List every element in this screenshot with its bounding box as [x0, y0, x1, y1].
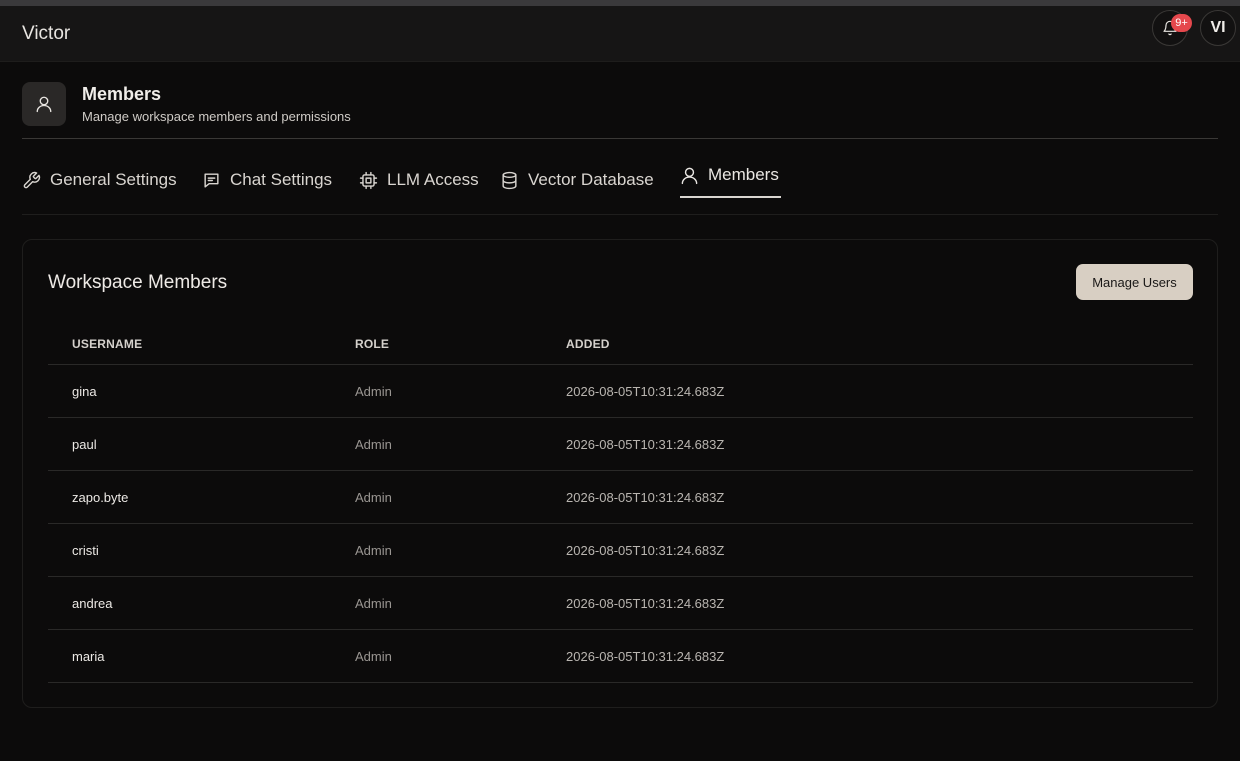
added-cell: 2026-08-05T10:31:24.683Z [566, 384, 725, 399]
role-cell: Admin [355, 596, 392, 611]
added-cell: 2026-08-05T10:31:24.683Z [566, 649, 725, 664]
manage-users-button[interactable]: Manage Users [1076, 264, 1193, 300]
column-header-added: ADDED [566, 337, 610, 351]
tab-chat-settings[interactable]: Chat Settings [202, 160, 332, 200]
user-avatar[interactable]: VI [1200, 10, 1236, 46]
active-tab-indicator [680, 196, 781, 198]
tab-label: Members [708, 165, 779, 184]
role-cell: Admin [355, 490, 392, 505]
notification-badge: 9+ [1171, 14, 1192, 32]
username-cell: gina [72, 384, 97, 399]
username-cell: andrea [72, 596, 113, 611]
database-icon [502, 171, 517, 189]
divider [22, 138, 1218, 139]
user-icon [36, 96, 52, 113]
added-cell: 2026-08-05T10:31:24.683Z [566, 490, 725, 505]
username-cell: paul [72, 437, 97, 452]
tab-label: General Settings [50, 170, 177, 189]
app-title: Victor [22, 23, 71, 44]
added-cell: 2026-08-05T10:31:24.683Z [566, 437, 725, 452]
username-cell: maria [72, 649, 105, 664]
table-row: zapo.byte Admin 2026-08-05T10:31:24.683Z [48, 471, 1193, 524]
table-row: andrea Admin 2026-08-05T10:31:24.683Z [48, 577, 1193, 630]
tab-vector-database[interactable]: Vector Database [500, 160, 654, 200]
settings-tabs: General Settings Chat Settings LLM Acces… [22, 160, 1218, 200]
column-header-role: ROLE [355, 337, 390, 351]
card-title: Workspace Members [48, 272, 228, 293]
tab-label: Vector Database [528, 170, 654, 189]
table-row: cristi Admin 2026-08-05T10:31:24.683Z [48, 524, 1193, 577]
role-cell: Admin [355, 384, 392, 399]
table-row: paul Admin 2026-08-05T10:31:24.683Z [48, 418, 1193, 471]
members-table-body: gina Admin 2026-08-05T10:31:24.683Z paul… [48, 365, 1193, 683]
tab-members[interactable]: Members [680, 155, 779, 195]
chat-icon [204, 172, 219, 188]
table-header: USERNAME ROLE ADDED [48, 325, 1193, 365]
username-cell: zapo.byte [72, 490, 129, 505]
tab-label: Chat Settings [230, 170, 333, 189]
table-row: maria Admin 2026-08-05T10:31:24.683Z [48, 630, 1193, 683]
tab-general-settings[interactable]: General Settings [22, 160, 177, 200]
table-row: gina Admin 2026-08-05T10:31:24.683Z [48, 365, 1193, 418]
page-icon [22, 82, 66, 126]
user-icon [681, 167, 698, 184]
username-cell: cristi [72, 543, 99, 558]
tab-llm-access[interactable]: LLM Access [359, 160, 479, 200]
added-cell: 2026-08-05T10:31:24.683Z [566, 596, 725, 611]
tab-label: LLM Access [387, 170, 479, 189]
role-cell: Admin [355, 543, 392, 558]
top-header: Victor [0, 6, 1240, 62]
cpu-icon [359, 171, 378, 189]
role-cell: Admin [355, 649, 392, 664]
page-title: Members [82, 84, 162, 104]
wrench-icon [23, 171, 41, 188]
column-header-username: USERNAME [72, 337, 143, 351]
page-subtitle: Manage workspace members and permissions [82, 109, 351, 124]
divider [22, 214, 1218, 215]
added-cell: 2026-08-05T10:31:24.683Z [566, 543, 725, 558]
workspace-members-card: Workspace Members Manage Users USERNAME … [22, 239, 1218, 708]
role-cell: Admin [355, 437, 392, 452]
